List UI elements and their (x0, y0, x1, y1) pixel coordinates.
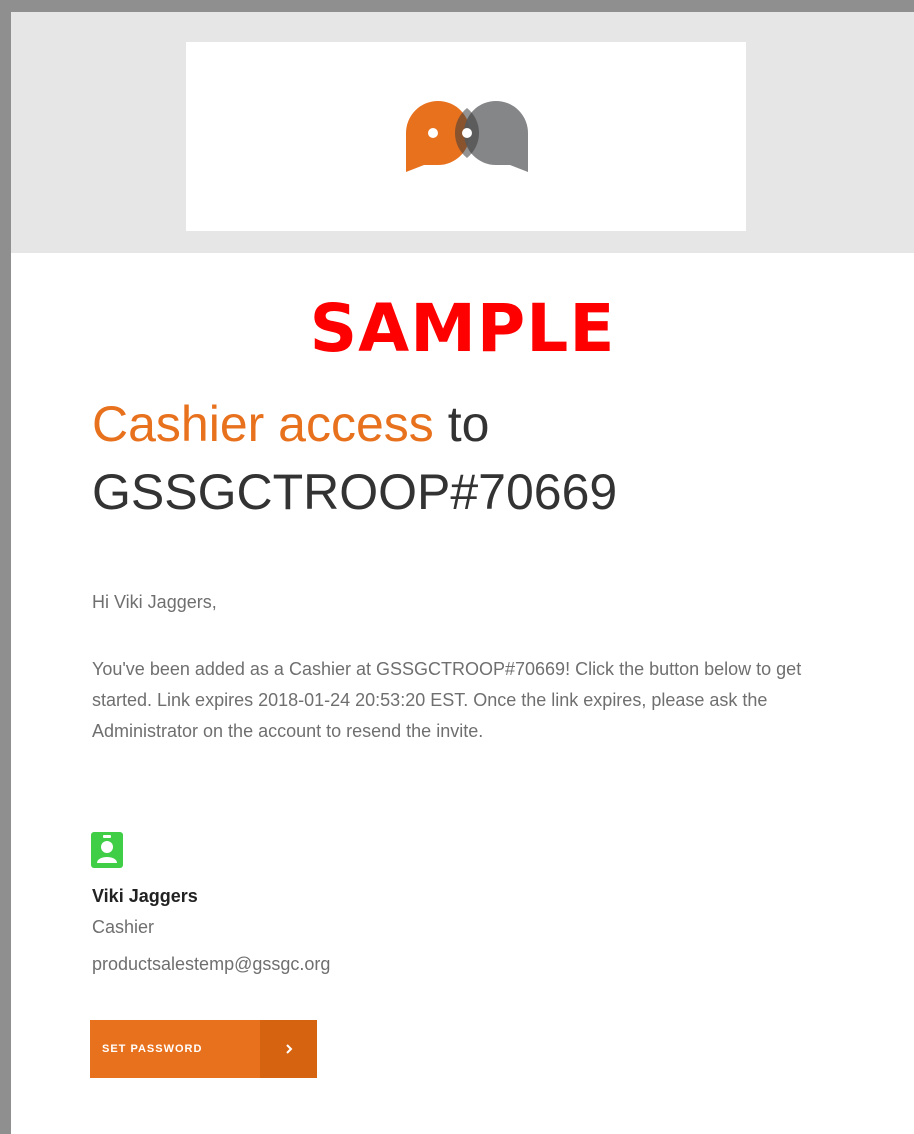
chevron-right-icon (260, 1020, 317, 1078)
title-connector: to (447, 396, 490, 452)
email-frame: SAMPLE Cashier access to GSSGCTROOP#7066… (11, 12, 914, 1134)
logo-container (186, 42, 746, 231)
user-badge-icon (91, 832, 123, 868)
sample-watermark: SAMPLE (309, 290, 616, 367)
message-body: You've been added as a Cashier at GSSGCT… (92, 659, 802, 741)
title-account: GSSGCTROOP#70669 (92, 464, 618, 520)
title-accent: Cashier access (92, 396, 434, 452)
email-header (11, 12, 914, 253)
greeting-text: Hi Viki Jaggers, (92, 592, 217, 612)
brand-logo (406, 101, 528, 172)
user-name: Viki Jaggers (92, 886, 198, 906)
set-password-label: SET PASSWORD (102, 1043, 203, 1055)
user-email[interactable]: productsalestemp@gssgc.org (92, 954, 330, 975)
page-title: Cashier access to GSSGCTROOP#70669 (92, 390, 892, 526)
user-role: Cashier (92, 917, 155, 937)
set-password-button[interactable]: SET PASSWORD (90, 1020, 317, 1078)
